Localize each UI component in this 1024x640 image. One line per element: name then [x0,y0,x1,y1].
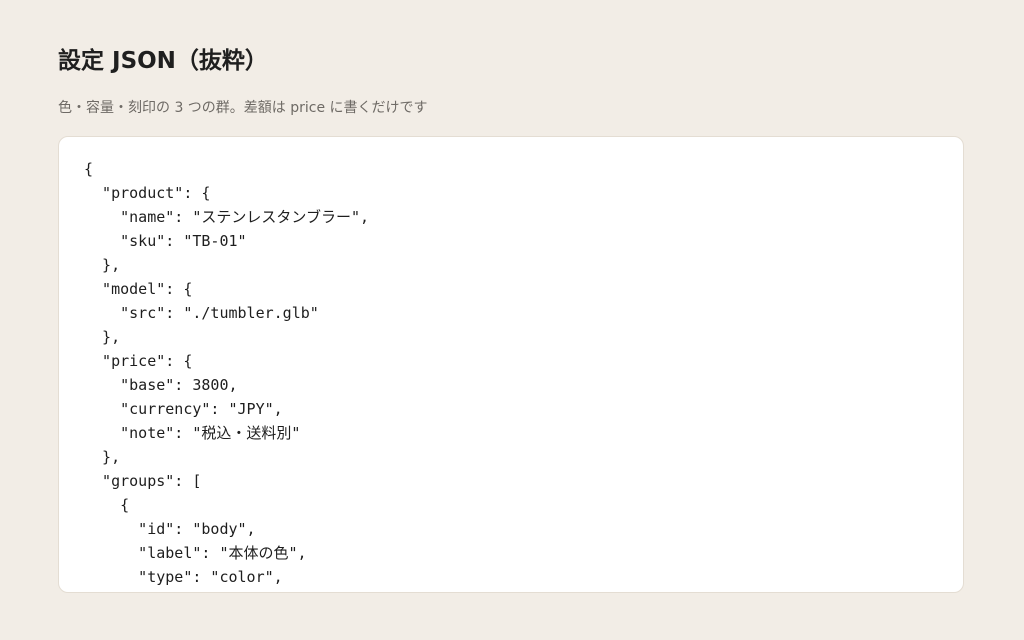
code-line: "note": "税込・送料別" [84,424,301,442]
code-line: "type": "color", [84,568,283,586]
page-subtitle: 色・容量・刻印の 3 つの群。差額は price に書くだけです [58,100,428,116]
code-line: "sku": "TB-01" [84,232,247,250]
code-line: "price": { [84,352,193,370]
code-line: "groups": [ [84,472,202,490]
code-line: "base": 3800, [84,376,238,394]
code-line: }, [84,328,121,346]
code-line: "name": "ステンレスタンブラー", [84,208,370,226]
code-line: "product": { [84,184,211,202]
json-code-block: { "product": { "name": "ステンレスタンブラー", "sk… [84,157,943,589]
code-line: "currency": "JPY", [84,400,283,418]
json-code-panel[interactable]: { "product": { "name": "ステンレスタンブラー", "sk… [58,136,964,593]
code-line: "model": { [84,280,193,298]
code-line: "label": "本体の色", [84,544,307,562]
code-line: { [84,160,94,178]
code-line: }, [84,448,121,466]
code-line: }, [84,256,121,274]
code-line: "src": "./tumbler.glb" [84,304,319,322]
code-line: { [84,496,130,514]
page-title: 設定 JSON（抜粋） [58,48,268,74]
code-line: "id": "body", [84,520,256,538]
